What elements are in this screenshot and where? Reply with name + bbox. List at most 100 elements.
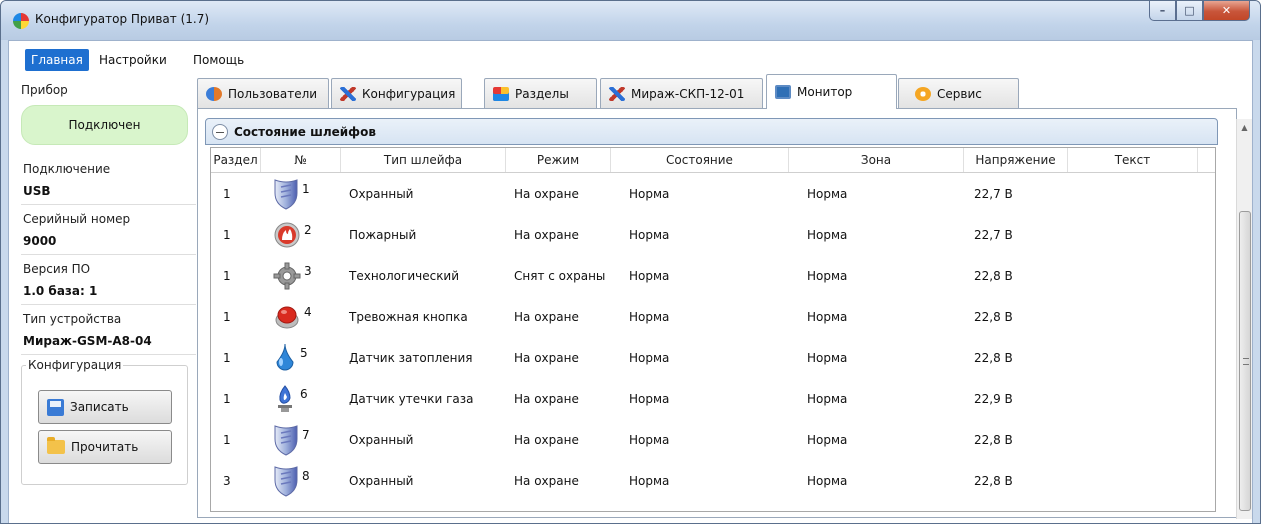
menu-settings[interactable]: Настройки <box>93 49 173 71</box>
serial-value: 9000 <box>23 234 57 248</box>
table-row[interactable]: 1 5 Датчик затопления На охране Норма Норма 22… <box>211 337 1215 378</box>
fire-icon <box>273 221 301 249</box>
table-row[interactable]: 1 6 Датчик утечки газа На охране Норма Норма 2… <box>211 378 1215 419</box>
table-row[interactable]: 1 4 Тревожная кнопка На охране Норма Норма 22,… <box>211 296 1215 337</box>
app-window: Конфигуратор Приват (1.7) – □ ✕ Главная … <box>0 0 1261 524</box>
maximize-button[interactable]: □ <box>1176 1 1203 21</box>
tab-mirage-skp[interactable]: Мираж-СКП-12-01 <box>600 78 763 108</box>
write-button[interactable]: Записать <box>38 390 172 424</box>
cell-type: Технологический <box>349 268 460 283</box>
serial-label: Серийный номер <box>23 212 131 226</box>
col-voltage[interactable]: Напряжение <box>964 148 1068 172</box>
table-row[interactable]: 1 2 Пожарный На охране Норма Норма 22,7 В <box>211 214 1215 255</box>
cell-type: Датчик затопления <box>349 350 473 365</box>
col-section[interactable]: Раздел <box>211 148 261 172</box>
col-text[interactable]: Текст <box>1068 148 1198 172</box>
cell-voltage: 22,8 В <box>974 309 1013 324</box>
cell-voltage: 22,7 В <box>974 227 1013 242</box>
col-state[interactable]: Состояние <box>611 148 789 172</box>
tab-users-label: Пользователи <box>228 86 318 101</box>
connection-value: USB <box>23 184 51 198</box>
tab-service[interactable]: Сервис <box>898 78 1019 108</box>
cell-num: 1 <box>274 173 310 214</box>
read-button[interactable]: Прочитать <box>38 430 172 464</box>
cell-num: 6 <box>278 378 308 419</box>
service-icon <box>915 86 931 101</box>
section-title: Состояние шлейфов <box>234 124 376 139</box>
table-row[interactable]: 3 8 Охранный На охране Норма Норма 22,8 В <box>211 460 1215 501</box>
close-button[interactable]: ✕ <box>1203 1 1250 21</box>
cell-num: 7 <box>274 419 310 460</box>
table-row[interactable]: 1 7 Охранный На охране Норма Норма 22,8 В <box>211 419 1215 460</box>
configuration-group: Конфигурация Записать Прочитать <box>21 358 188 485</box>
tools-icon <box>340 86 356 101</box>
save-icon <box>47 398 64 416</box>
col-mode[interactable]: Режим <box>506 148 611 172</box>
cell-mode: Снят с охраны <box>514 268 606 283</box>
menu-main[interactable]: Главная <box>25 49 89 71</box>
cell-state: Норма <box>629 473 670 488</box>
scroll-up-icon[interactable]: ▲ <box>1237 119 1252 135</box>
col-type[interactable]: Тип шлейфа <box>341 148 506 172</box>
tab-users[interactable]: Пользователи <box>197 78 329 108</box>
serial-info: Серийный номер 9000 <box>21 205 196 255</box>
shield-icon <box>273 464 299 498</box>
firmware-value: 1.0 база: 1 <box>23 284 98 298</box>
cell-zone: Норма <box>807 391 848 406</box>
cell-zone: Норма <box>807 350 848 365</box>
device-group-label: Прибор <box>21 83 68 97</box>
row-number: 3 <box>304 263 312 278</box>
cell-section: 1 <box>223 268 231 283</box>
cell-mode: На охране <box>514 473 579 488</box>
table-row[interactable]: 1 1 Охранный На охране Норма Норма 22,7 В <box>211 173 1215 214</box>
table-row[interactable]: 1 3 Технологический Снят с охраны Норма Норма… <box>211 255 1215 296</box>
partitions-icon <box>493 86 509 101</box>
cell-num: 3 <box>273 255 312 296</box>
cell-mode: На охране <box>514 227 579 242</box>
tab-strip: Пользователи Конфигурация Разделы Мираж-… <box>197 74 1237 109</box>
cell-mode: На охране <box>514 432 579 447</box>
cell-section: 1 <box>223 432 231 447</box>
scroll-thumb[interactable] <box>1239 211 1251 511</box>
cell-zone: Норма <box>807 268 848 283</box>
cell-num: 5 <box>276 337 308 378</box>
col-number[interactable]: № <box>261 148 341 172</box>
collapse-icon[interactable] <box>212 123 228 140</box>
table-header: Раздел № Тип шлейфа Режим Состояние Зона… <box>211 148 1215 173</box>
col-zone[interactable]: Зона <box>789 148 964 172</box>
monitor-panel: Состояние шлейфов Раздел № Тип шлейфа Ре… <box>197 108 1237 518</box>
cell-num: 4 <box>275 296 312 337</box>
shield-icon <box>273 423 299 457</box>
table-body: 1 1 Охранный На охране Норма Норма 22,7 В 1 2 Пож… <box>211 173 1215 501</box>
tab-monitor[interactable]: Монитор <box>766 74 897 109</box>
menu-help[interactable]: Помощь <box>187 49 250 71</box>
cell-state: Норма <box>629 391 670 406</box>
gear-icon <box>273 262 301 290</box>
alarm-button-icon <box>273 303 301 331</box>
tab-configuration[interactable]: Конфигурация <box>331 78 462 108</box>
minimize-button[interactable]: – <box>1149 1 1176 21</box>
row-number: 5 <box>300 345 308 360</box>
firmware-info: Версия ПО 1.0 база: 1 <box>21 255 196 305</box>
row-number: 4 <box>304 304 312 319</box>
cell-state: Норма <box>629 227 670 242</box>
cell-state: Норма <box>629 432 670 447</box>
cell-state: Норма <box>629 350 670 365</box>
read-button-label: Прочитать <box>71 440 139 454</box>
tab-partitions[interactable]: Разделы <box>484 78 597 108</box>
section-header[interactable]: Состояние шлейфов <box>205 118 1218 145</box>
cell-voltage: 22,8 В <box>974 432 1013 447</box>
cell-mode: На охране <box>514 309 579 324</box>
write-button-label: Записать <box>70 400 129 414</box>
users-icon <box>206 86 222 101</box>
tab-partitions-label: Разделы <box>515 86 569 101</box>
cell-type: Тревожная кнопка <box>349 309 468 324</box>
vertical-scrollbar[interactable]: ▲ <box>1236 119 1252 519</box>
device-type-info: Тип устройства Мираж-GSM-A8-04 <box>21 305 196 355</box>
title-bar[interactable]: Конфигуратор Приват (1.7) – □ ✕ <box>1 1 1260 40</box>
monitor-icon <box>775 85 791 99</box>
cell-zone: Норма <box>807 432 848 447</box>
menu-bar: Главная Настройки Помощь <box>9 41 1252 75</box>
tab-mirage-skp-label: Мираж-СКП-12-01 <box>631 86 745 101</box>
loops-table: Раздел № Тип шлейфа Режим Состояние Зона… <box>210 147 1216 512</box>
